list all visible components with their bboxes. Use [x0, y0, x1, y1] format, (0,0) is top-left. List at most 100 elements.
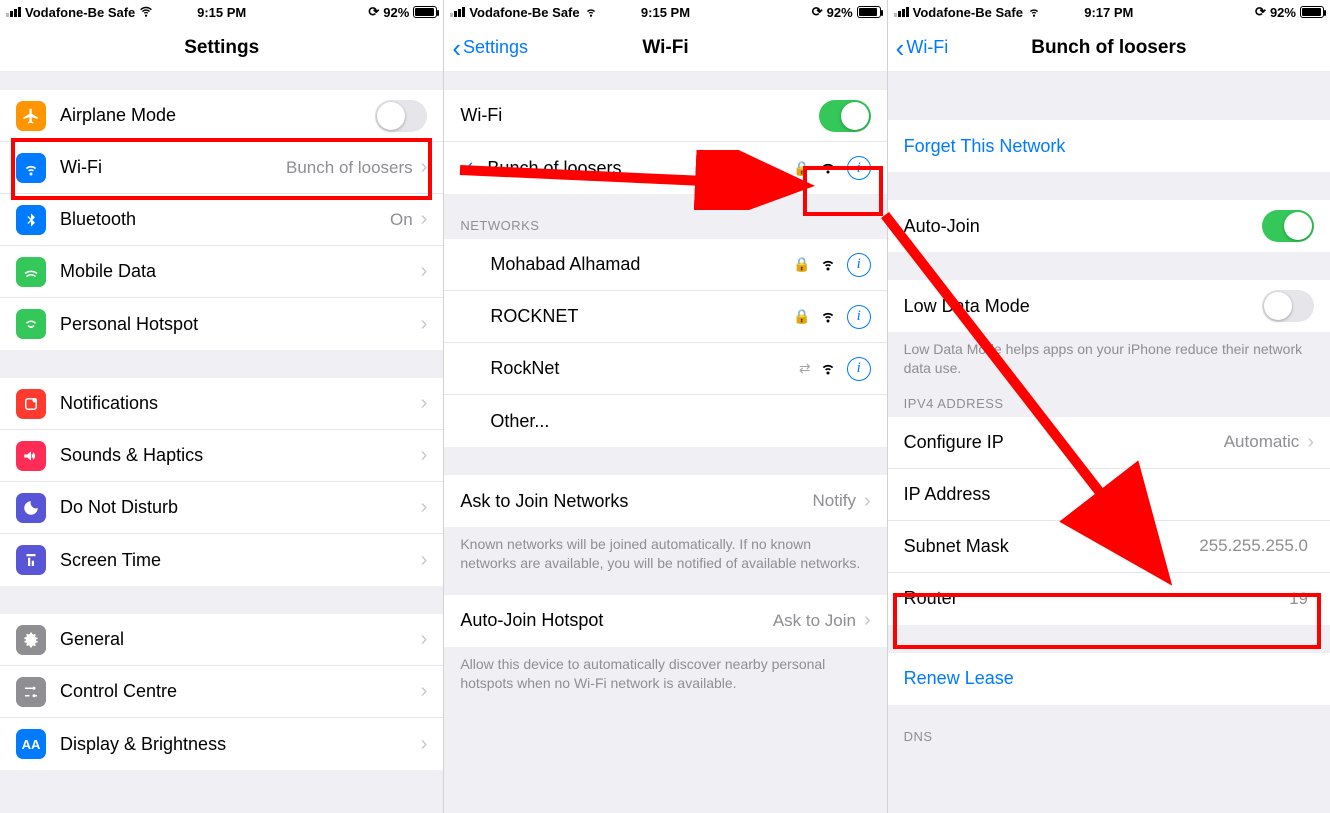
subnet-label: Subnet Mask	[904, 536, 1200, 557]
status-bar: Vodafone-Be Safe 9:15 PM ⟳ 92%	[0, 0, 443, 24]
ipaddress-label: IP Address	[904, 484, 1314, 505]
wifi-signal-icon	[819, 157, 837, 179]
back-button[interactable]: ‹ Settings	[452, 24, 528, 71]
airplane-label: Airplane Mode	[60, 105, 375, 126]
row-auto-join[interactable]: Auto-Join	[888, 200, 1330, 252]
back-button[interactable]: ‹ Wi-Fi	[896, 24, 949, 71]
autojoin-value: Ask to Join	[773, 611, 856, 631]
lock-icon: ⇄	[799, 360, 811, 377]
row-dnd[interactable]: Do Not Disturb ›	[0, 482, 443, 534]
status-bar: Vodafone-Be Safe 9:15 PM ⟳ 92%	[444, 0, 886, 24]
row-other-network[interactable]: Other...	[444, 395, 886, 447]
chevron-right-icon: ›	[421, 496, 428, 519]
orientation-lock-icon: ⟳	[812, 4, 823, 20]
carrier: Vodafone-Be Safe	[469, 5, 579, 20]
row-control-centre[interactable]: Control Centre ›	[0, 666, 443, 718]
checkmark-icon: ✓	[460, 158, 475, 179]
chevron-right-icon: ›	[864, 490, 871, 513]
bluetooth-value: On	[390, 210, 413, 230]
row-subnet-mask: Subnet Mask 255.255.255.0	[888, 521, 1330, 573]
row-ip-address: IP Address	[888, 469, 1330, 521]
hotspot-label: Personal Hotspot	[60, 314, 419, 335]
row-auto-join-hotspot[interactable]: Auto-Join Hotspot Ask to Join ›	[444, 595, 886, 647]
row-ask-to-join[interactable]: Ask to Join Networks Notify ›	[444, 475, 886, 527]
wifi-signal-icon	[819, 358, 837, 380]
forget-label: Forget This Network	[904, 136, 1314, 157]
lowdata-label: Low Data Mode	[904, 296, 1262, 317]
network-name: RockNet	[490, 358, 793, 379]
bluetooth-label: Bluetooth	[60, 209, 390, 230]
row-bluetooth[interactable]: Bluetooth On ›	[0, 194, 443, 246]
chevron-right-icon: ›	[421, 680, 428, 703]
configip-label: Configure IP	[904, 432, 1224, 453]
ask-footer: Known networks will be joined automatica…	[444, 527, 886, 577]
wifi-status-icon	[139, 4, 153, 21]
page-title: Settings	[184, 37, 259, 59]
router-label: Router	[904, 588, 1289, 609]
info-icon[interactable]: i	[847, 253, 871, 277]
row-hotspot[interactable]: Personal Hotspot ›	[0, 298, 443, 350]
notifications-label: Notifications	[60, 393, 419, 414]
orientation-lock-icon: ⟳	[1255, 4, 1266, 20]
status-bar: Vodafone-Be Safe 9:17 PM ⟳ 92%	[888, 0, 1330, 24]
row-wifi-toggle[interactable]: Wi-Fi	[444, 90, 886, 142]
chevron-right-icon: ›	[421, 392, 428, 415]
row-network[interactable]: Mohabad Alhamad 🔒 i	[444, 239, 886, 291]
row-connected-network[interactable]: ✓ Bunch of loosers 🔒 i	[444, 142, 886, 194]
row-airplane-mode[interactable]: Airplane Mode	[0, 90, 443, 142]
networks-header: NETWORKS	[444, 194, 886, 239]
autojoin-label: Auto-Join Hotspot	[460, 610, 773, 631]
wifi-signal-icon	[819, 306, 837, 328]
row-low-data-mode[interactable]: Low Data Mode	[888, 280, 1330, 332]
autojoin-toggle[interactable]	[1262, 210, 1314, 242]
autojoin-label: Auto-Join	[904, 216, 1262, 237]
chevron-left-icon: ‹	[896, 35, 905, 61]
dnd-label: Do Not Disturb	[60, 497, 419, 518]
row-general[interactable]: General ›	[0, 614, 443, 666]
row-screen-time[interactable]: Screen Time ›	[0, 534, 443, 586]
row-network[interactable]: RockNet ⇄ i	[444, 343, 886, 395]
bluetooth-icon	[16, 205, 46, 235]
ipv4-header: IPV4 ADDRESS	[888, 382, 1330, 417]
signal-icon	[894, 7, 909, 17]
chevron-right-icon: ›	[421, 156, 428, 179]
chevron-right-icon: ›	[1307, 431, 1314, 454]
wifi-value: Bunch of loosers	[286, 158, 413, 178]
signal-icon	[450, 7, 465, 17]
row-sounds[interactable]: Sounds & Haptics ›	[0, 430, 443, 482]
info-icon[interactable]: i	[847, 305, 871, 329]
wifi-signal-icon	[819, 254, 837, 276]
renew-label: Renew Lease	[904, 668, 1314, 689]
wifi-panel: Vodafone-Be Safe 9:15 PM ⟳ 92% ‹ Setting…	[443, 0, 886, 813]
router-value: 19	[1289, 589, 1308, 609]
connected-network-name: Bunch of loosers	[487, 158, 787, 179]
autojoin-footer: Allow this device to automatically disco…	[444, 647, 886, 697]
nav-bar: ‹ Settings Wi-Fi	[444, 24, 886, 72]
row-mobile-data[interactable]: Mobile Data ›	[0, 246, 443, 298]
row-wifi[interactable]: Wi-Fi Bunch of loosers ›	[0, 142, 443, 194]
control-centre-label: Control Centre	[60, 681, 419, 702]
row-display[interactable]: AA Display & Brightness ›	[0, 718, 443, 770]
notifications-icon	[16, 389, 46, 419]
orientation-lock-icon: ⟳	[368, 4, 379, 20]
row-configure-ip[interactable]: Configure IP Automatic ›	[888, 417, 1330, 469]
row-renew-lease[interactable]: Renew Lease	[888, 653, 1330, 705]
screen-time-icon	[16, 545, 46, 575]
row-network[interactable]: ROCKNET 🔒 i	[444, 291, 886, 343]
battery-icon	[413, 6, 437, 18]
row-forget-network[interactable]: Forget This Network	[888, 120, 1330, 172]
ask-value: Notify	[813, 491, 856, 511]
wifi-toggle[interactable]	[819, 100, 871, 132]
display-label: Display & Brightness	[60, 734, 419, 755]
lowdata-toggle[interactable]	[1262, 290, 1314, 322]
page-title: Wi-Fi	[642, 37, 688, 59]
row-notifications[interactable]: Notifications ›	[0, 378, 443, 430]
wifi-label: Wi-Fi	[60, 157, 286, 178]
airplane-toggle[interactable]	[375, 100, 427, 132]
general-icon	[16, 625, 46, 655]
info-icon[interactable]: i	[847, 357, 871, 381]
battery-icon	[1300, 6, 1324, 18]
info-icon[interactable]: i	[847, 156, 871, 180]
network-name: Mohabad Alhamad	[490, 254, 787, 275]
chevron-right-icon: ›	[421, 313, 428, 336]
